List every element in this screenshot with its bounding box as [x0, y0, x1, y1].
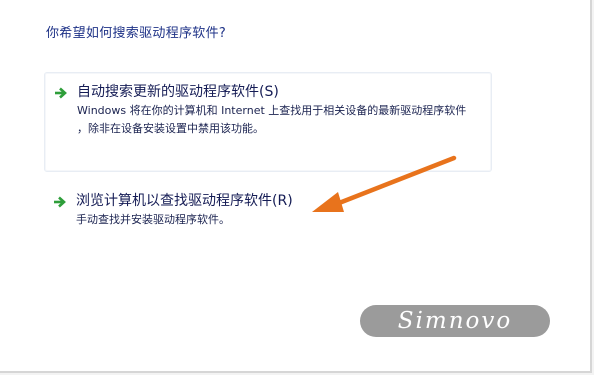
auto-search-description-line1: Windows 将在你的计算机和 Internet 上查找用于相关设备的最新驱动… — [77, 104, 467, 117]
auto-search-description-line2: ，除非在设备安装设置中禁用该功能。 — [77, 122, 264, 135]
green-arrow-icon — [54, 196, 66, 208]
dialog-heading: 你希望如何搜索驱动程序软件? — [46, 26, 227, 41]
annotation-arrow-icon — [312, 155, 457, 212]
wizard-dialog: 你希望如何搜索驱动程序软件? 自动搜索更新的驱动程序软件(S) Windows … — [0, 0, 592, 373]
watermark-badge: Simnovo — [360, 305, 550, 337]
green-arrow-icon — [55, 87, 67, 99]
auto-search-title: 自动搜索更新的驱动程序软件(S) — [77, 84, 279, 100]
